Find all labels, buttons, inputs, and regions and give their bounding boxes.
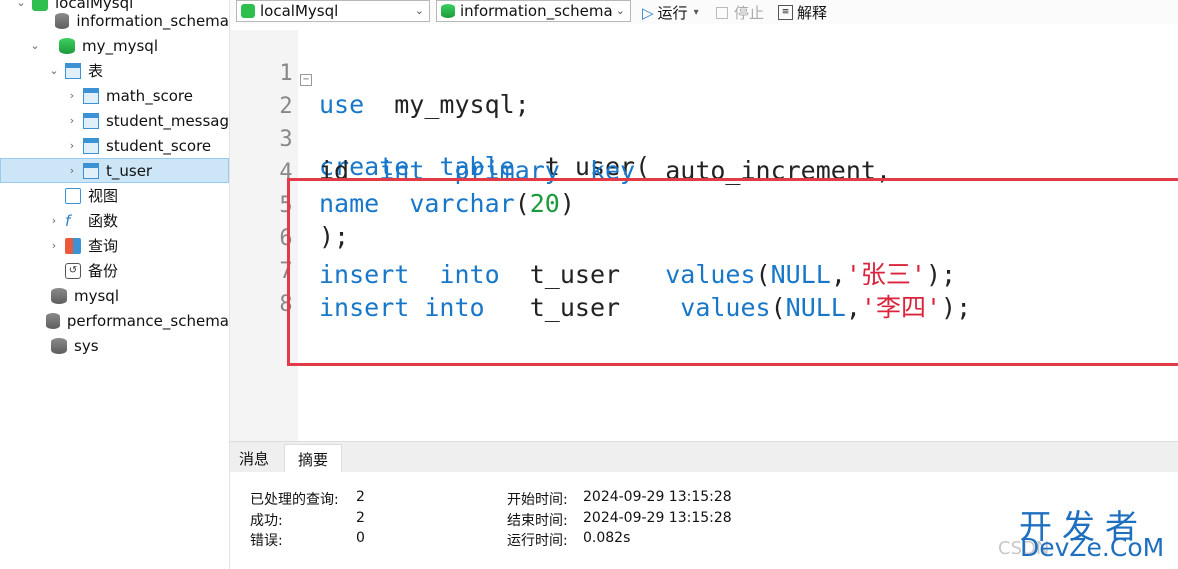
fold-toggle-icon[interactable]: − [300, 74, 312, 86]
caret-down-icon[interactable]: ▾ [694, 7, 699, 18]
error-value: 0 [356, 530, 365, 546]
tree-item-student-score[interactable]: › student_score [0, 133, 229, 158]
start-time-value: 2024-09-29 13:15:28 [583, 489, 732, 505]
chevron-down-icon: ⌄ [414, 4, 424, 17]
backup-icon: ↺ [65, 262, 81, 279]
end-time-label: 结束时间: [507, 513, 568, 529]
database-select[interactable]: information_schema ⌄ [436, 0, 631, 22]
chevron-right-icon[interactable]: › [65, 139, 79, 153]
tables-folder-icon [65, 62, 81, 79]
watermark-logo-en: DevZe.CoM [1020, 533, 1165, 562]
chevron-down-icon: ⌄ [615, 4, 625, 17]
tree-item-views[interactable]: 视图 [0, 183, 229, 208]
tree-item-information-schema[interactable]: information_schema [0, 8, 229, 33]
table-icon [83, 87, 99, 104]
processed-value: 2 [356, 489, 365, 505]
database-icon [59, 37, 75, 54]
database-icon [51, 337, 67, 354]
success-value: 2 [356, 510, 365, 526]
query-toolbar: localMysql ⌄ information_schema ⌄ ▷ 运行 ▾… [230, 0, 1178, 24]
database-icon [441, 4, 455, 18]
tree-item-functions[interactable]: › f 函数 [0, 208, 229, 233]
connection-icon [241, 4, 255, 18]
table-icon [83, 162, 99, 179]
query-icon [65, 237, 81, 254]
explain-button[interactable]: ≡ 解释 [778, 2, 827, 23]
code-line-8: 8 [279, 292, 293, 317]
view-icon [65, 187, 81, 204]
tree-item-sys[interactable]: sys [0, 333, 229, 358]
code-line-4: 4 name varchar(20) [279, 160, 575, 218]
runtime-value: 0.082s [583, 530, 631, 546]
chevron-right-icon[interactable]: › [47, 214, 61, 228]
chevron-down-icon[interactable]: ⌄ [47, 64, 61, 78]
tree-item-math-score[interactable]: › math_score [0, 83, 229, 108]
start-time-label: 开始时间: [507, 492, 568, 508]
database-icon [55, 12, 70, 29]
code-line-3: 3 id int primary key auto_increment, [279, 127, 891, 185]
tree-item-mysql[interactable]: mysql [0, 283, 229, 308]
table-icon [83, 137, 99, 154]
tree-item-backups[interactable]: ↺ 备份 [0, 258, 229, 283]
database-icon [45, 312, 60, 329]
chevron-right-icon[interactable]: › [65, 164, 79, 178]
connection-select[interactable]: localMysql ⌄ [236, 0, 430, 22]
code-line-2: 2 − create table t_user( [279, 74, 651, 181]
processed-label: 已处理的查询: [250, 492, 339, 508]
chevron-down-icon[interactable]: ⌄ [28, 39, 42, 53]
explain-icon: ≡ [778, 5, 793, 20]
code-line-5: 5 ); [279, 193, 350, 251]
error-label: 错误: [250, 533, 283, 549]
code-line-6: 6 insert into t_user values(NULL,'张三'); [279, 226, 957, 289]
stop-icon [716, 6, 728, 19]
tree-item-student-messag[interactable]: › student_messag [0, 108, 229, 133]
navigator-sidebar: ⌄ localMysql information_schema ⌄ my_mys… [0, 0, 230, 569]
function-icon: f [65, 211, 71, 230]
chevron-right-icon[interactable]: › [47, 239, 61, 253]
code-line-1: 1 use my_mysql; [279, 61, 530, 119]
stop-button[interactable]: 停止 [716, 2, 764, 23]
play-icon: ▷ [642, 3, 654, 22]
code-line-7: 7 insert into t_user values(NULL,'李四'); [279, 259, 972, 322]
tab-summary[interactable]: 摘要 [284, 444, 342, 473]
tree-item-performance-schema[interactable]: performance_schema [0, 308, 229, 333]
success-label: 成功: [250, 513, 283, 529]
tree-item-t-user[interactable]: › t_user [0, 158, 229, 183]
database-icon [51, 287, 67, 304]
chevron-right-icon[interactable]: › [65, 114, 79, 128]
table-icon [82, 112, 99, 129]
highlight-annotation-box [287, 178, 1178, 366]
runtime-label: 运行时间: [507, 533, 568, 549]
chevron-right-icon[interactable]: › [65, 89, 79, 103]
tree-item-my-mysql[interactable]: ⌄ my_mysql [0, 33, 229, 58]
tree-item-tables-folder[interactable]: ⌄ 表 [0, 58, 229, 83]
end-time-value: 2024-09-29 13:15:28 [583, 510, 732, 526]
result-tabs: 消息 摘要 [230, 441, 1178, 473]
run-button[interactable]: ▷ 运行 ▾ [642, 2, 699, 23]
tree-item-queries[interactable]: › 查询 [0, 233, 229, 258]
tab-messages[interactable]: 消息 [234, 444, 274, 473]
